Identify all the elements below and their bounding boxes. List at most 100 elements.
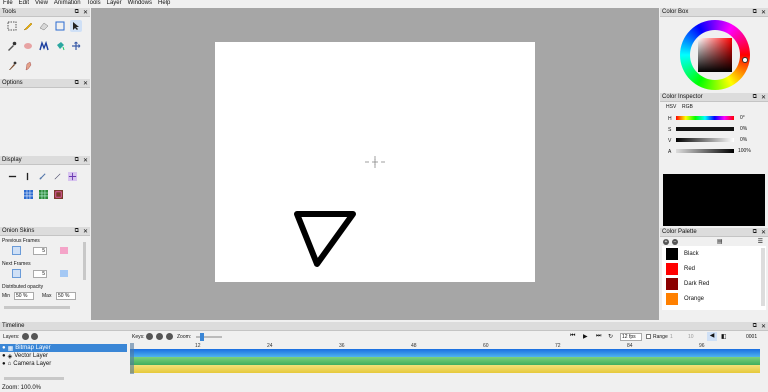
visibility-icon[interactable]: ● [2, 353, 6, 359]
polyline-tool-button[interactable] [38, 40, 50, 52]
duplicate-key-icon[interactable] [166, 333, 173, 340]
rect-select-tool-button[interactable] [54, 20, 66, 32]
menu-layer[interactable]: Layer [107, 0, 122, 7]
eyedropper-tool-button[interactable] [6, 40, 18, 52]
float-icon[interactable]: ⧉ [753, 229, 757, 236]
menu-help[interactable]: Help [158, 0, 170, 7]
pen-tool-button[interactable] [22, 60, 34, 72]
visibility-icon[interactable]: ● [2, 345, 6, 351]
frame-ruler[interactable]: 12 24 36 48 60 72 84 96 [130, 343, 760, 349]
outline-icon[interactable] [38, 172, 47, 181]
move-tool-button[interactable] [70, 20, 82, 32]
add-key-icon[interactable] [146, 333, 153, 340]
remove-layer-icon[interactable] [31, 333, 38, 340]
thin-lines-icon[interactable] [53, 172, 62, 181]
drawing-canvas[interactable] [215, 42, 535, 282]
onion-hscrollbar[interactable] [4, 306, 70, 309]
min-input[interactable]: 50 % [14, 292, 34, 300]
next-color-swatch[interactable] [60, 270, 68, 277]
palette-item[interactable]: Orange [662, 291, 766, 306]
brush-tool-button[interactable] [6, 60, 18, 72]
flip-vertical-icon[interactable] [23, 172, 32, 181]
zoom-slider-handle[interactable] [200, 333, 204, 341]
track-camera[interactable] [130, 365, 760, 373]
previous-frames-toggle[interactable] [12, 246, 21, 255]
float-icon[interactable]: ⧉ [753, 94, 757, 101]
smudge-tool-button[interactable] [22, 40, 34, 52]
remove-color-icon[interactable]: − [672, 238, 678, 245]
float-icon[interactable]: ⧉ [75, 9, 79, 16]
onion-scrollbar[interactable] [83, 242, 86, 280]
close-icon[interactable]: ✕ [761, 323, 766, 330]
onion-prev-icon[interactable]: ◧ [721, 333, 727, 340]
s-value[interactable]: 0% [740, 126, 747, 132]
palette-item[interactable]: Dark Red [662, 276, 766, 291]
hue-marker[interactable] [742, 57, 748, 63]
range-end[interactable]: 10 [688, 334, 694, 340]
add-color-icon[interactable]: + [663, 238, 669, 245]
h-slider[interactable] [676, 116, 734, 120]
float-icon[interactable]: ⧉ [753, 9, 757, 16]
float-icon[interactable]: ⧉ [753, 323, 757, 330]
s-slider[interactable] [676, 127, 734, 131]
eraser-tool-button[interactable] [38, 20, 50, 32]
fps-input[interactable]: 12 fps [620, 333, 642, 341]
play-icon[interactable]: ▶ [583, 333, 588, 340]
menu-windows[interactable]: Windows [128, 0, 152, 7]
palette-scrollbar[interactable] [761, 248, 765, 306]
layer-row-vector[interactable]: ● ◈ Vector Layer [0, 352, 127, 360]
float-icon[interactable]: ⧉ [75, 157, 79, 164]
flip-horizontal-icon[interactable] [8, 172, 17, 181]
layer-row-bitmap[interactable]: ● ▦ Bitmap Layer [0, 344, 127, 352]
remove-key-icon[interactable] [156, 333, 163, 340]
max-input[interactable]: 50 % [56, 292, 76, 300]
saturation-value-square[interactable] [698, 38, 732, 72]
tab-rgb[interactable]: RGB [682, 104, 693, 110]
grid-icon[interactable] [24, 190, 33, 199]
next-frames-input[interactable]: 5 [33, 270, 47, 278]
v-slider[interactable] [676, 138, 734, 142]
a-slider[interactable] [676, 149, 734, 153]
close-icon[interactable]: ✕ [761, 94, 766, 101]
h-value[interactable]: 0° [740, 115, 745, 121]
play-backward-icon[interactable]: ⏮ [570, 333, 575, 340]
select-tool-button[interactable] [6, 20, 18, 32]
palette-item[interactable]: Red [662, 261, 766, 276]
close-icon[interactable]: ✕ [761, 229, 766, 236]
timeline-hscrollbar[interactable] [4, 377, 64, 380]
camera-overlay-icon[interactable] [54, 190, 63, 199]
range-start[interactable]: 1 [670, 334, 673, 340]
next-frames-toggle[interactable] [12, 269, 21, 278]
hand-tool-button[interactable] [70, 40, 82, 52]
menu-view[interactable]: View [35, 0, 48, 7]
menu-file[interactable]: File [3, 0, 13, 7]
bucket-tool-button[interactable] [54, 40, 66, 52]
close-icon[interactable]: ✕ [761, 9, 766, 16]
close-icon[interactable]: ✕ [83, 9, 88, 16]
menu-edit[interactable]: Edit [19, 0, 29, 7]
playhead[interactable] [130, 343, 134, 374]
palette-list-icon[interactable]: ▤ [717, 238, 723, 245]
tab-hsv[interactable]: HSV [666, 104, 676, 110]
previous-color-swatch[interactable] [60, 247, 68, 254]
palette-item[interactable]: Black [662, 246, 766, 261]
add-layer-icon[interactable] [22, 333, 29, 340]
v-value[interactable]: 0% [740, 137, 747, 143]
a-value[interactable]: 100% [738, 148, 751, 154]
loop-icon[interactable]: ↻ [608, 333, 613, 340]
menu-animation[interactable]: Animation [54, 0, 81, 7]
menu-tools[interactable]: Tools [87, 0, 101, 7]
close-icon[interactable]: ✕ [83, 80, 88, 87]
close-icon[interactable]: ✕ [83, 228, 88, 235]
range-checkbox[interactable] [646, 334, 651, 339]
onion-skin-icon[interactable] [39, 190, 48, 199]
track-vector[interactable] [130, 357, 760, 365]
play-forward-icon[interactable]: ⏭ [596, 333, 601, 340]
track-bitmap[interactable] [130, 349, 760, 357]
palette-menu-icon[interactable]: ☰ [758, 238, 763, 245]
pencil-tool-button[interactable] [22, 20, 34, 32]
mirror-icon[interactable] [68, 172, 77, 181]
float-icon[interactable]: ⧉ [75, 228, 79, 235]
visibility-icon[interactable]: ● [2, 361, 6, 367]
previous-frames-input[interactable]: 5 [33, 247, 47, 255]
